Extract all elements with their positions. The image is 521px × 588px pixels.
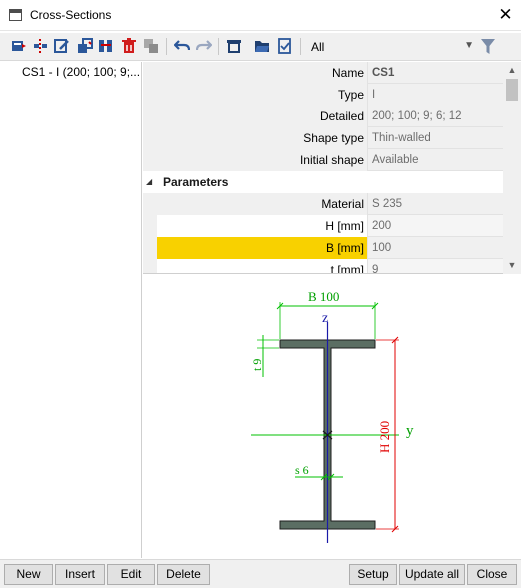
property-label: Material — [157, 193, 367, 215]
property-label: B [mm] — [157, 237, 367, 259]
property-label: Initial shape — [157, 149, 367, 171]
property-label: Type — [157, 84, 367, 106]
check-icon[interactable] — [277, 38, 293, 54]
property-label: Shape type — [157, 127, 367, 149]
z-axis-label: z — [322, 311, 328, 326]
close-button[interactable]: Close — [467, 564, 517, 585]
toolbar: All ▼ — [0, 33, 521, 61]
window-close-button[interactable]: ✕ — [490, 0, 521, 31]
filter-select[interactable]: All ▼ — [311, 40, 474, 56]
property-grid: Name CS1 Type I Detailed 200; 100; 9; 6;… — [143, 62, 521, 274]
property-value[interactable]: 100 — [367, 237, 503, 259]
property-row-b[interactable]: B [mm] 100 — [157, 237, 503, 259]
sections-list: CS1 - I (200; 100; 9;... — [0, 62, 142, 558]
toolbar-separator — [218, 38, 219, 55]
bottom-button-bar: New Insert Edit Delete Setup Update all … — [0, 559, 521, 588]
insert-button[interactable]: Insert — [55, 564, 105, 585]
section-drawing: B 100 z y s 6 t 9 H 200 — [250, 289, 414, 543]
s-dimension-label: s 6 — [295, 463, 309, 477]
edit-section-icon[interactable] — [54, 38, 70, 54]
property-label: H [mm] — [157, 215, 367, 237]
update-all-button[interactable]: Update all — [399, 564, 465, 585]
window-title: Cross-Sections — [30, 8, 112, 22]
property-value[interactable]: Available — [367, 149, 503, 171]
new-section-icon[interactable] — [11, 38, 27, 54]
scrollbar-thumb[interactable] — [506, 79, 518, 101]
property-row-shape-type[interactable]: Shape type Thin-walled — [157, 127, 503, 149]
copy-section-icon[interactable] — [77, 38, 93, 54]
group-label: Parameters — [163, 175, 229, 189]
scroll-down-icon[interactable]: ▼ — [503, 257, 521, 274]
property-row-initial-shape[interactable]: Initial shape Available — [157, 149, 503, 171]
new-button[interactable]: New — [4, 564, 53, 585]
print-icon[interactable] — [226, 38, 242, 54]
replace-section-icon[interactable] — [98, 38, 114, 54]
property-row-type[interactable]: Type I — [157, 84, 503, 106]
merge-section-icon[interactable] — [143, 38, 159, 54]
filter-select-value: All — [311, 40, 325, 54]
h-dimension-label: H 200 — [377, 421, 392, 453]
delete-button[interactable]: Delete — [157, 564, 210, 585]
edit-button[interactable]: Edit — [107, 564, 155, 585]
property-value[interactable]: Thin-walled — [367, 127, 503, 149]
property-value[interactable]: S 235 — [367, 193, 503, 215]
property-row-h[interactable]: H [mm] 200 — [157, 215, 503, 237]
property-scrollbar[interactable]: ▲ ▼ — [503, 62, 521, 274]
section-preview: B 100 z y s 6 t 9 H 200 — [143, 275, 521, 558]
chevron-down-icon: ▼ — [464, 40, 474, 51]
property-row-detailed[interactable]: Detailed 200; 100; 9; 6; 12 — [157, 105, 503, 127]
b-dimension-label: B 100 — [308, 289, 339, 304]
property-value[interactable]: I — [367, 84, 503, 106]
property-row-material[interactable]: Material S 235 — [157, 193, 503, 215]
window-app-icon — [9, 9, 22, 21]
property-label: Detailed — [157, 105, 367, 127]
property-value[interactable]: CS1 — [367, 62, 503, 84]
property-label: t [mm] — [157, 259, 367, 273]
property-row-t[interactable]: t [mm] 9 — [157, 259, 503, 273]
setup-button[interactable]: Setup — [349, 564, 397, 585]
property-value[interactable]: 200; 100; 9; 6; 12 — [367, 105, 503, 127]
toolbar-separator — [166, 38, 167, 55]
property-label: Name — [157, 62, 367, 84]
t-dimension-label: t 9 — [250, 359, 264, 371]
property-value[interactable]: 9 — [367, 259, 503, 273]
filter-icon[interactable] — [481, 39, 495, 54]
property-value[interactable]: 200 — [367, 215, 503, 237]
undo-icon[interactable] — [174, 38, 190, 54]
scroll-up-icon[interactable]: ▲ — [503, 62, 521, 79]
toolbar-separator — [300, 38, 301, 55]
property-row-name[interactable]: Name CS1 — [157, 62, 503, 84]
list-item[interactable]: CS1 - I (200; 100; 9;... — [22, 65, 140, 79]
y-axis-label: y — [406, 423, 414, 439]
insert-section-icon[interactable] — [32, 38, 48, 54]
delete-section-icon[interactable] — [121, 38, 137, 54]
title-bar: Cross-Sections ✕ — [0, 0, 521, 31]
redo-icon[interactable] — [196, 38, 212, 54]
parameters-group-header[interactable]: ◢ Parameters — [143, 171, 503, 193]
open-folder-icon[interactable] — [254, 38, 270, 54]
collapse-arrow-icon[interactable]: ◢ — [146, 177, 152, 186]
